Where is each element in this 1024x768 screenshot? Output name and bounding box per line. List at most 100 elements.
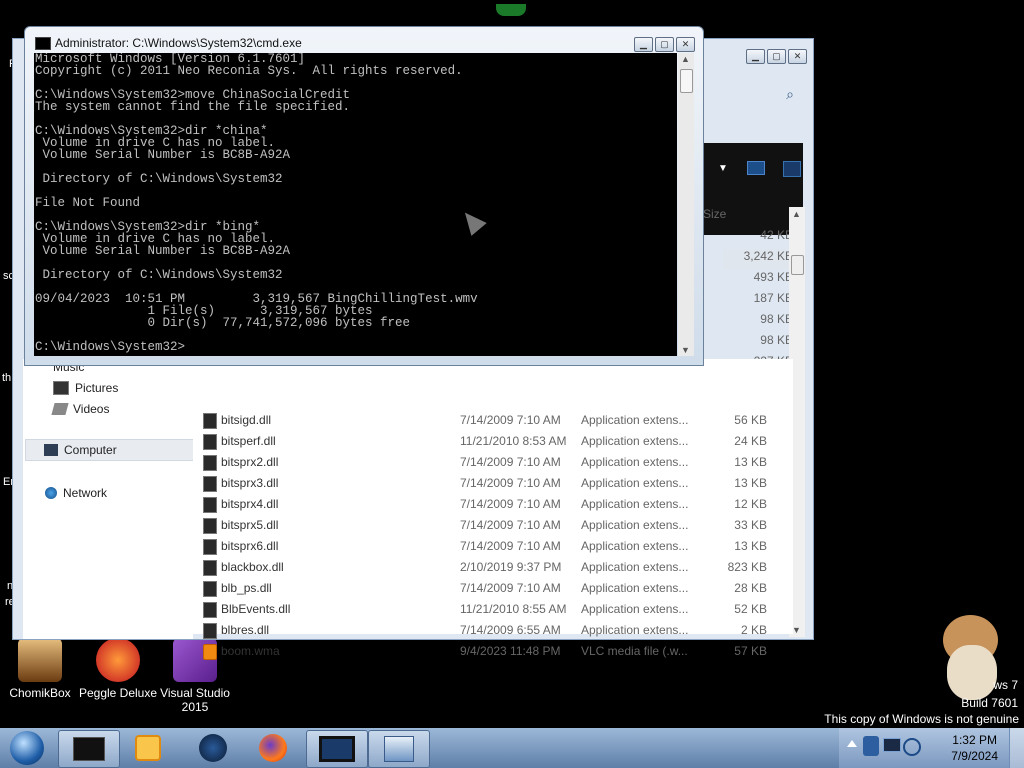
- file-date: 7/14/2009 7:10 AM: [460, 455, 561, 469]
- table-row[interactable]: bitsprx6.dll 7/14/2009 7:10 AM Application…: [203, 536, 793, 557]
- search-icon[interactable]: ⌕: [775, 79, 805, 109]
- table-row[interactable]: blb_ps.dll 7/14/2009 7:10 AM Application e…: [203, 578, 793, 599]
- taskbar-item-control-panel[interactable]: [368, 730, 430, 768]
- file-type: Application extens...: [581, 539, 689, 553]
- nav-item-network[interactable]: Network: [45, 486, 107, 500]
- taskbar-item-firefox[interactable]: [243, 730, 303, 766]
- table-row[interactable]: bitsprx3.dll 7/14/2009 7:10 AM Application…: [203, 473, 793, 494]
- notification-area: 1:32 PM 7/9/2024: [839, 728, 1024, 768]
- file-name: BlbEvents.dll: [221, 602, 291, 616]
- file-size: 823 KB: [727, 560, 767, 574]
- file-type: VLC media file (.w...: [581, 644, 688, 658]
- table-row[interactable]: bitsperf.dll 11/21/2010 8:53 AM Applicatio…: [203, 431, 793, 452]
- file-date: 7/14/2009 6:55 AM: [460, 623, 561, 637]
- file-type: Application extens...: [581, 497, 689, 511]
- start-button[interactable]: [0, 730, 54, 766]
- scroll-thumb[interactable]: [791, 255, 804, 275]
- size-cell-selected: 3,242 KB: [723, 249, 793, 270]
- taskbar-item-cmd[interactable]: [306, 730, 368, 768]
- console-scrollbar[interactable]: ▲ ▼: [678, 53, 694, 356]
- nav-label: Pictures: [75, 381, 119, 395]
- nav-item-computer[interactable]: Computer: [25, 439, 200, 461]
- scroll-thumb[interactable]: [680, 69, 693, 93]
- file-name: bitsprx2.dll: [221, 455, 279, 469]
- cmd-window[interactable]: Administrator: C:\Windows\System32\cmd.e…: [24, 26, 704, 366]
- nav-label: Computer: [64, 443, 117, 457]
- table-row[interactable]: BlbEvents.dll 11/21/2010 8:55 AM Applicati…: [203, 599, 793, 620]
- firefox-icon: [259, 734, 287, 762]
- taskbar-clock[interactable]: 1:32 PM 7/9/2024: [951, 732, 998, 764]
- scroll-down-icon[interactable]: ▼: [681, 345, 690, 355]
- file-name: bitsigd.dll: [221, 413, 272, 427]
- scroll-down-icon[interactable]: ▼: [792, 625, 801, 635]
- table-row[interactable]: bitsprx2.dll 7/14/2009 7:10 AM Application…: [203, 452, 793, 473]
- taskbar-item-media[interactable]: [118, 730, 178, 766]
- file-type: Application extens...: [581, 560, 689, 574]
- taskbar-item-globe[interactable]: [183, 730, 243, 766]
- maximize-button[interactable]: ▢: [767, 49, 786, 64]
- file-list: bitsigd.dll 7/14/2009 7:10 AM Application …: [193, 359, 793, 660]
- file-type: Application extens...: [581, 623, 689, 637]
- scroll-up-icon[interactable]: ▲: [681, 54, 690, 64]
- tray-monitor-icon[interactable]: [883, 738, 901, 752]
- computer-icon: [73, 737, 105, 761]
- desktop-icon-chomikbox[interactable]: ChomikBox: [0, 638, 80, 700]
- dll-file-icon: [203, 539, 217, 555]
- file-date: 7/14/2009 7:10 AM: [460, 581, 561, 595]
- file-name: blb_ps.dll: [221, 581, 272, 595]
- clock-date: 7/9/2024: [951, 749, 998, 763]
- show-desktop-button[interactable]: [1009, 728, 1024, 768]
- computer-icon: [44, 444, 58, 456]
- close-button[interactable]: ✕: [788, 49, 807, 64]
- table-row[interactable]: bitsigd.dll 7/14/2009 7:10 AM Application …: [203, 410, 793, 431]
- tray-network-icon[interactable]: [863, 736, 879, 756]
- table-row[interactable]: bitsprx4.dll 7/14/2009 7:10 AM Application…: [203, 494, 793, 515]
- table-row[interactable]: bitsprx5.dll 7/14/2009 7:10 AM Application…: [203, 515, 793, 536]
- cmd-icon: [35, 37, 51, 50]
- clock-time: 1:32 PM: [952, 733, 997, 747]
- file-type: Application extens...: [581, 581, 689, 595]
- size-column-header[interactable]: Size: [703, 207, 773, 228]
- size-cell: 98 KB: [760, 312, 793, 326]
- preview-icon: [747, 161, 765, 175]
- maximize-button[interactable]: ▢: [655, 37, 674, 52]
- dll-file-icon: [203, 434, 217, 450]
- tray-volume-icon[interactable]: [903, 738, 921, 756]
- window-title: Administrator: C:\Windows\System32\cmd.e…: [55, 36, 302, 50]
- dll-file-icon: [203, 413, 217, 429]
- explorer-window-controls: ▁ ▢ ✕: [746, 49, 807, 64]
- scroll-up-icon[interactable]: ▲: [792, 209, 801, 219]
- minimize-button[interactable]: ▁: [634, 37, 653, 52]
- show-hidden-icons-icon[interactable]: [847, 740, 857, 747]
- nav-item-pictures[interactable]: Pictures: [53, 381, 118, 395]
- dll-file-icon: [203, 455, 217, 471]
- file-type: Application extens...: [581, 518, 689, 532]
- preview-icon: [783, 161, 801, 177]
- dll-file-icon: [203, 623, 217, 639]
- desktop-text-fragment: th: [2, 372, 12, 384]
- dropdown-arrow-icon[interactable]: ▼: [718, 163, 728, 174]
- table-row[interactable]: blbres.dll 7/14/2009 6:55 AM Application e…: [203, 620, 793, 641]
- navigation-pane: Music Pictures Videos Computer Network: [23, 359, 200, 639]
- table-row[interactable]: blackbox.dll 2/10/2019 9:37 PM Application…: [203, 557, 793, 578]
- file-name: bitsperf.dll: [221, 434, 276, 448]
- file-date: 11/21/2010 8:53 AM: [460, 434, 567, 448]
- file-name: bitsprx6.dll: [221, 539, 279, 553]
- taskbar-item-explorer[interactable]: [58, 730, 120, 768]
- nav-label: Videos: [73, 402, 110, 416]
- nav-item-videos[interactable]: Videos: [51, 402, 110, 416]
- pictures-icon: [53, 381, 69, 395]
- minimize-button[interactable]: ▁: [746, 49, 765, 64]
- file-type: Application extens...: [581, 434, 689, 448]
- file-name: bitsprx4.dll: [221, 497, 279, 511]
- peggle-icon: [96, 638, 140, 682]
- watermark-line: ws 7: [993, 678, 1018, 692]
- close-button[interactable]: ✕: [676, 37, 695, 52]
- table-row[interactable]: boom.wma 9/4/2023 11:48 PM VLC media file …: [203, 641, 793, 662]
- file-name: bitsprx3.dll: [221, 476, 279, 490]
- console-output[interactable]: Microsoft Windows [Version 6.1.7601] Cop…: [34, 53, 677, 356]
- dll-file-icon: [203, 476, 217, 492]
- dll-file-icon: [203, 602, 217, 618]
- cmd-window-controls: ▁ ▢ ✕: [634, 37, 695, 52]
- desktop-icon-peggle[interactable]: Peggle Deluxe: [78, 638, 158, 700]
